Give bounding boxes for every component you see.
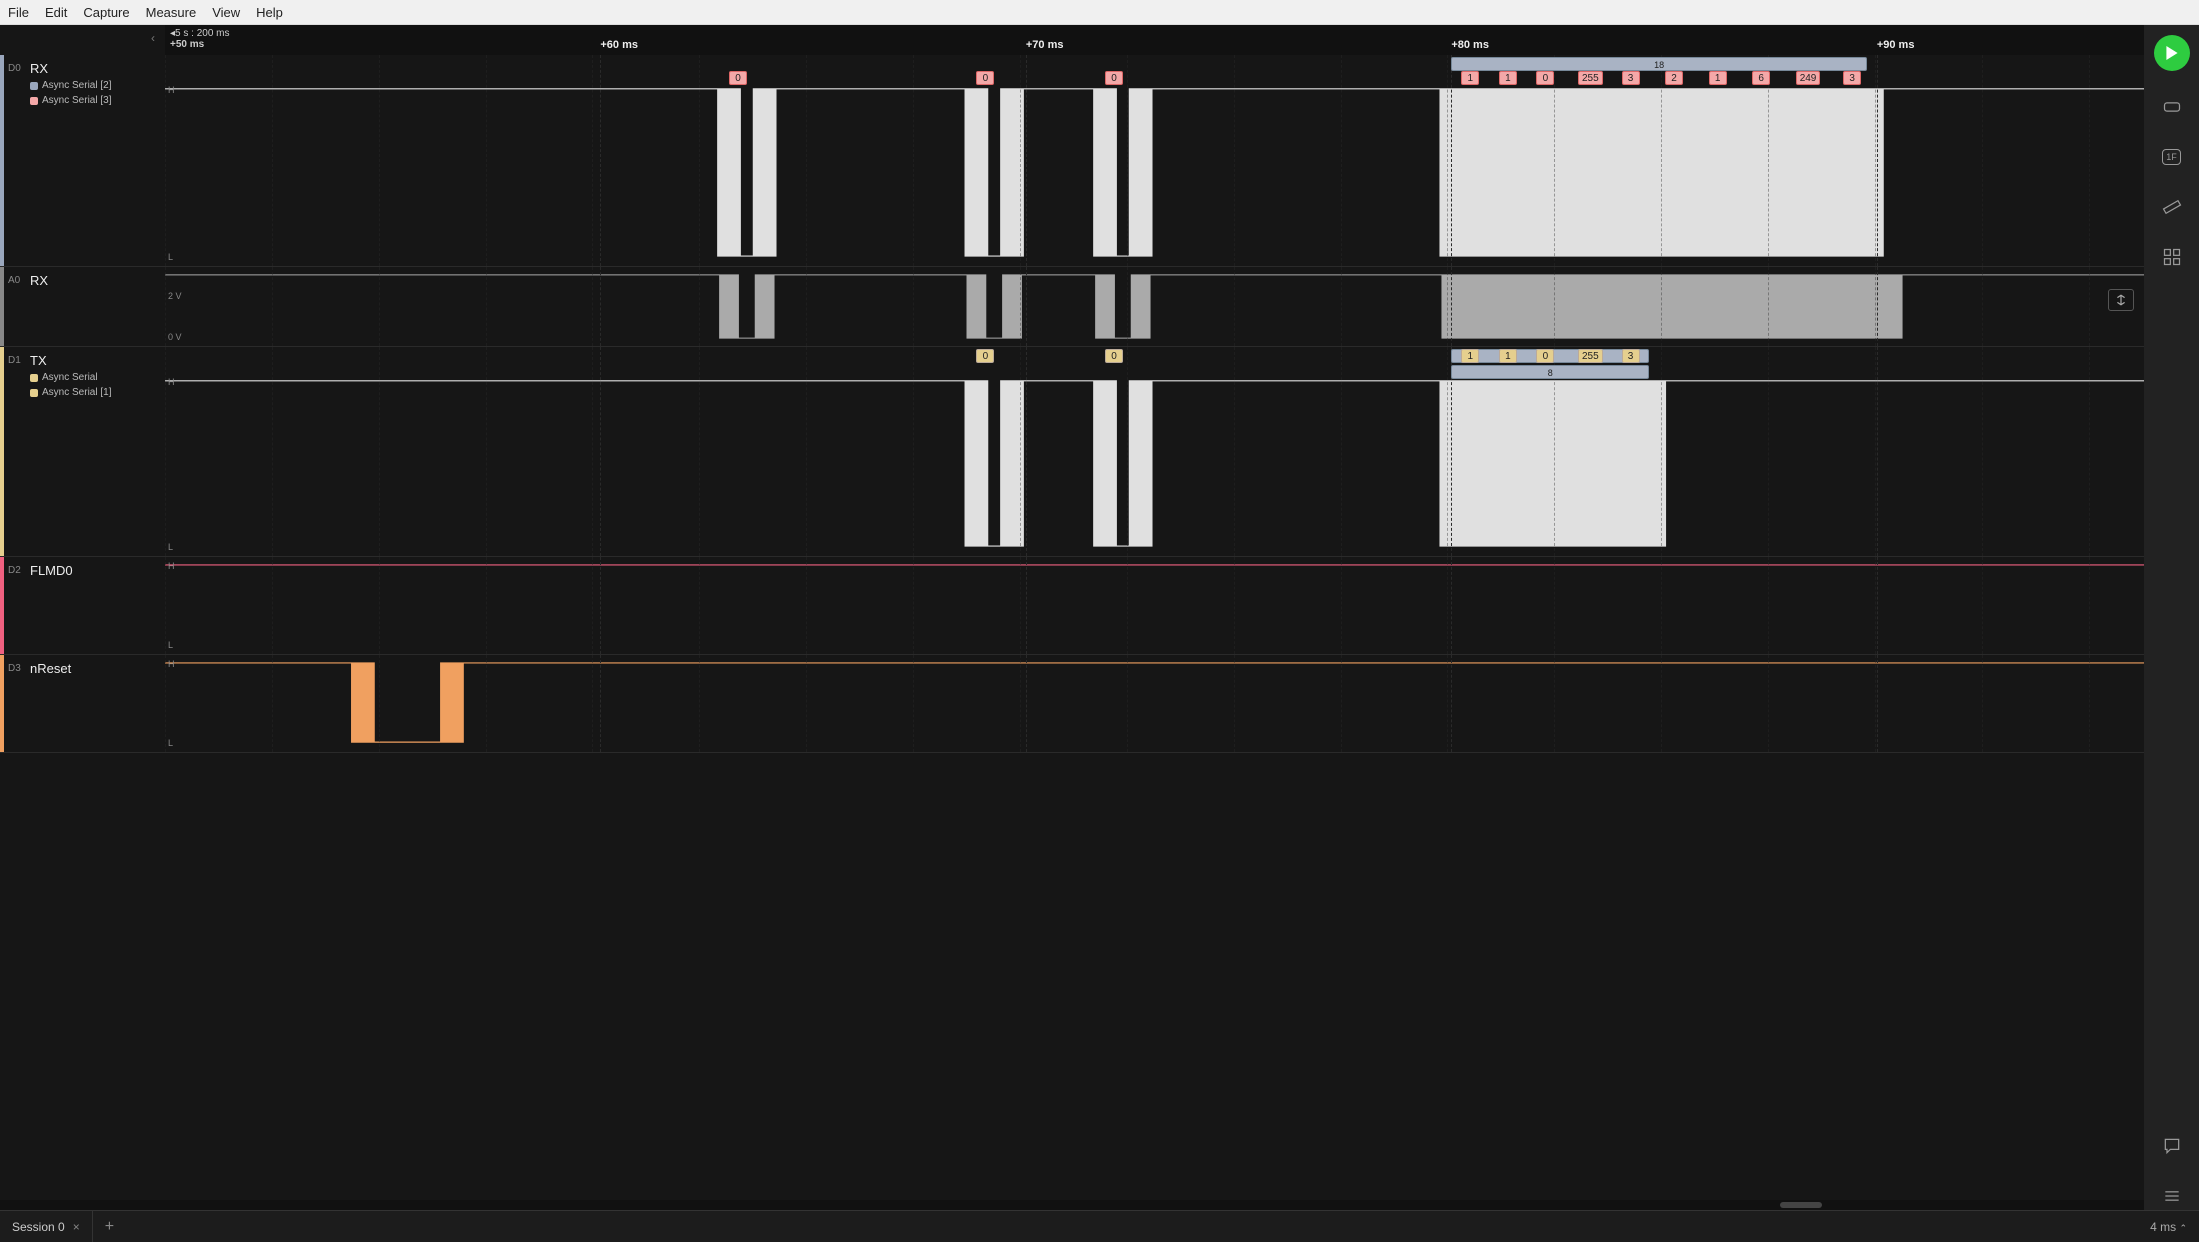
channel-id: A0	[8, 275, 20, 286]
decoded-value: 0	[976, 71, 994, 85]
channel-header-A0[interactable]: A0 RX	[0, 267, 165, 347]
bottom-bar: Session 0 × + 4 ms ⌃	[0, 1210, 2199, 1242]
decoded-value: 18	[1451, 57, 1867, 71]
layout-icon[interactable]	[2158, 243, 2186, 271]
channel-id: D0	[8, 63, 21, 74]
ruler-tick: +70 ms	[1026, 39, 1064, 51]
right-toolbar: 1F	[2144, 25, 2199, 1210]
channel-header-D1[interactable]: D1 TX Async Serial Async Serial [1]	[0, 347, 165, 557]
hex-display-icon[interactable]: 1F	[2158, 143, 2186, 171]
decoded-value: 1	[1709, 71, 1727, 85]
decoded-value: 3	[1843, 71, 1861, 85]
channel-name: TX	[30, 353, 161, 368]
analyzer-label: Async Serial	[30, 372, 161, 383]
menu-help[interactable]: Help	[256, 5, 283, 20]
menubar: File Edit Capture Measure View Help	[0, 0, 2199, 25]
waveform-area[interactable]: HL18000110255321624932 V0 VHL80011025538…	[165, 55, 2144, 1210]
timeline-ruler[interactable]: ‹ ◂5 s : 200 ms +50 ms +60 ms+70 ms+80 m…	[165, 25, 2144, 55]
run-capture-button[interactable]	[2154, 35, 2190, 71]
decoded-value: 1	[1499, 71, 1517, 85]
decoded-value: 1	[1461, 71, 1479, 85]
close-icon[interactable]: ×	[73, 1220, 80, 1234]
workspace: ‹ ◂5 s : 200 ms +50 ms +60 ms +70 ms +80 m…	[0, 25, 2144, 1210]
decoded-value: 3	[1622, 349, 1640, 363]
analyzer-label: Async Serial [3]	[30, 95, 161, 106]
channel-name: RX	[30, 273, 161, 288]
menu-file[interactable]: File	[8, 5, 29, 20]
more-icon[interactable]	[2158, 1182, 2186, 1210]
waveform-D0[interactable]: HL1800011025532162493	[165, 55, 2144, 267]
menu-measure[interactable]: Measure	[146, 5, 197, 20]
decoded-value: 0	[729, 71, 747, 85]
channel-header-D2[interactable]: D2 FLMD0	[0, 557, 165, 655]
horizontal-scrollbar[interactable]	[0, 1200, 2144, 1210]
decoded-value: 6	[1752, 71, 1770, 85]
ruler-tick: +60 ms	[600, 39, 638, 51]
channel-panel: D0 RX Async Serial [2] Async Serial [3] A0 RX…	[0, 55, 165, 1210]
decoded-value: 255	[1578, 71, 1603, 85]
decoded-value: 0	[976, 349, 994, 363]
decoded-value: 1	[1499, 349, 1517, 363]
session-tab[interactable]: Session 0 ×	[0, 1211, 93, 1242]
channel-id: D2	[8, 565, 21, 576]
decoded-value: 0	[1536, 349, 1554, 363]
channel-id: D1	[8, 355, 21, 366]
ruler-tick: +90 ms	[1877, 39, 1915, 51]
waveform-D3[interactable]: HL	[165, 655, 2144, 753]
channel-header-D3[interactable]: D3 nReset	[0, 655, 165, 753]
device-icon[interactable]	[2158, 93, 2186, 121]
decoded-value: 0	[1105, 349, 1123, 363]
analog-scale-button[interactable]	[2108, 289, 2134, 311]
channel-name: RX	[30, 61, 161, 76]
decoded-value: 249	[1796, 71, 1821, 85]
ruler-offset-label: +50 ms	[170, 39, 230, 50]
add-session-button[interactable]: +	[93, 1218, 126, 1236]
menu-view[interactable]: View	[212, 5, 240, 20]
decoded-value: 1	[1461, 349, 1479, 363]
analyzer-label: Async Serial [2]	[30, 80, 161, 91]
channel-name: FLMD0	[30, 563, 161, 578]
ruler-range-label: ◂5 s : 200 ms	[170, 28, 230, 39]
channel-id: D3	[8, 663, 21, 674]
waveform-D1[interactable]: HL80011025538	[165, 347, 2144, 557]
measure-icon[interactable]	[2158, 193, 2186, 221]
decoded-value: 0	[1536, 71, 1554, 85]
channel-header-D0[interactable]: D0 RX Async Serial [2] Async Serial [3]	[0, 55, 165, 267]
menu-capture[interactable]: Capture	[83, 5, 129, 20]
waveform-D2[interactable]: HL	[165, 557, 2144, 655]
decoded-value: 8	[1451, 365, 1649, 379]
decoded-value: 0	[1105, 71, 1123, 85]
analyzer-label: Async Serial [1]	[30, 387, 161, 398]
menu-edit[interactable]: Edit	[45, 5, 67, 20]
comment-icon[interactable]	[2158, 1132, 2186, 1160]
session-tab-label: Session 0	[12, 1220, 65, 1234]
channel-name: nReset	[30, 661, 161, 676]
decoded-value: 255	[1578, 349, 1603, 363]
waveform-A0[interactable]: 2 V0 V	[165, 267, 2144, 347]
decoded-value: 2	[1665, 71, 1683, 85]
ruler-back-icon[interactable]: ‹	[151, 31, 155, 45]
decoded-value: 3	[1622, 71, 1640, 85]
ruler-tick: +80 ms	[1451, 39, 1489, 51]
timebase-label[interactable]: 4 ms ⌃	[2150, 1220, 2199, 1234]
